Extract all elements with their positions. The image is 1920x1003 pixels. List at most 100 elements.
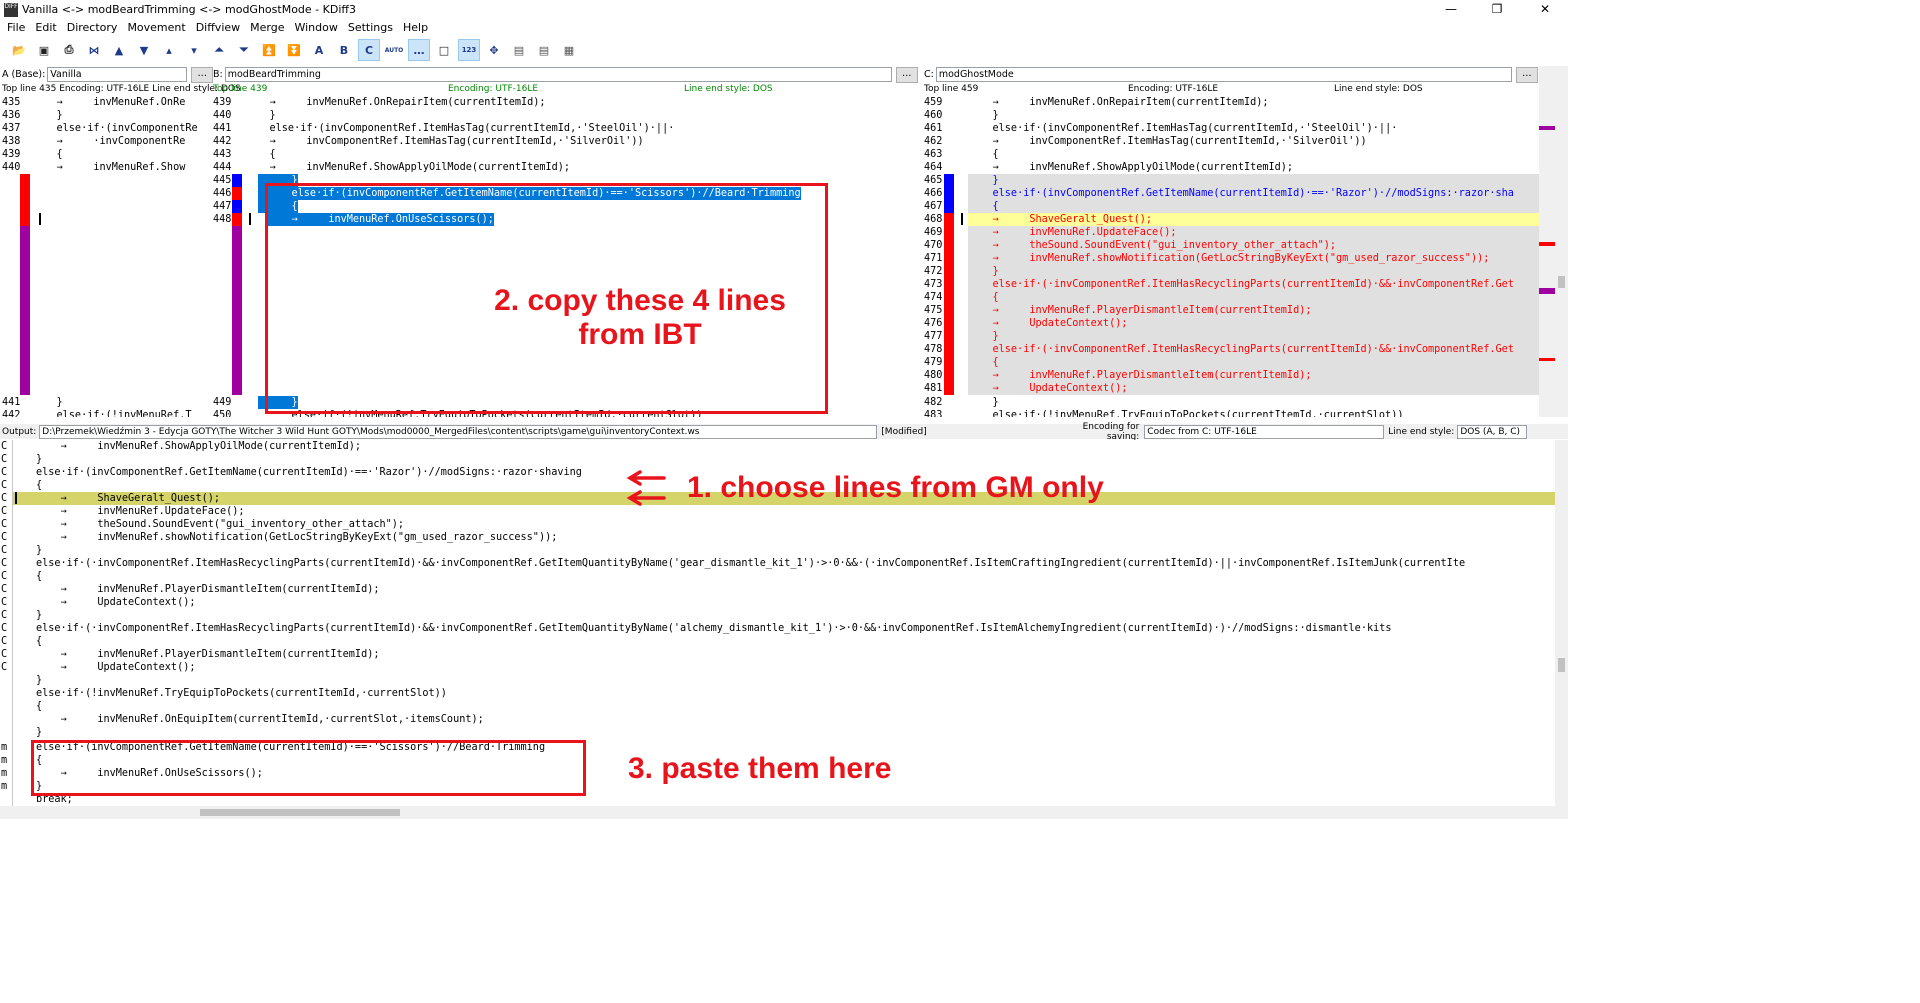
window-title: Vanilla <-> modBeardTrimming <-> modGhos… [22, 3, 356, 16]
output-header: Output: D:\Przemek\Wiedźmin 3 - Edycja G… [0, 421, 1568, 442]
file-b-input[interactable]: modBeardTrimming [224, 67, 892, 82]
pane-b-delta-marker [232, 226, 242, 395]
pane-b-eol: Line end style: DOS [684, 84, 773, 94]
print-icon[interactable]: ⎙ [58, 39, 80, 61]
output-line: } [36, 727, 43, 738]
file-b-browse-button[interactable]: ... [895, 66, 918, 83]
file-b-label: B: [213, 69, 223, 80]
menu-directory[interactable]: Directory [62, 21, 123, 34]
diff-pane-a[interactable]: 435 → invMenuRef.OnRe 436 } 437 else·if·… [0, 96, 209, 417]
output-line: Celse·if·(·invComponentRef.ItemHasRecycl… [1, 623, 1392, 634]
text-cursor [961, 213, 963, 225]
text-cursor [39, 213, 41, 225]
diff-vertical-scrollbar[interactable] [1555, 66, 1568, 417]
file-a-row: A (Base): Vanilla ... [2, 66, 214, 83]
goto-last-icon[interactable]: ⏬ [283, 39, 305, 61]
file-c-label: C: [924, 69, 934, 80]
annotation-box-paste [31, 740, 586, 796]
menu-edit[interactable]: Edit [30, 21, 61, 34]
goto-prev-unsolved-icon[interactable]: ⏶ [208, 39, 230, 61]
pane-b-encoding: Encoding: UTF-16LE [448, 84, 539, 94]
encoding-select[interactable]: Codec from C: UTF-16LE [1144, 424, 1385, 439]
eol-label: Line end style: [1388, 426, 1455, 437]
menu-window[interactable]: Window [289, 21, 342, 34]
annotation-arrow-icon [626, 470, 666, 506]
output-line: C → invMenuRef.ShowApplyOilMode(currentI… [1, 441, 362, 452]
file-c-browse-button[interactable]: ... [1515, 66, 1538, 83]
output-path-field[interactable]: D:\Przemek\Wiedźmin 3 - Edycja GOTY\The … [39, 424, 878, 439]
output-line: C{ [1, 636, 43, 647]
file-c-input[interactable]: modGhostMode [935, 67, 1512, 82]
output-line: C} [1, 545, 43, 556]
title-bar: DIFF Vanilla <-> modBeardTrimming <-> mo… [0, 0, 1568, 19]
restore-icon[interactable]: ❐ [1474, 0, 1520, 19]
split-vertical-icon[interactable]: ▤ [533, 39, 555, 61]
output-line: C → UpdateContext(); [1, 662, 196, 673]
overview-icon[interactable]: ✥ [483, 39, 505, 61]
encoding-label: Encoding for saving: [1082, 421, 1140, 442]
output-line: → invMenuRef.OnEquipItem(currentItemId,·… [36, 714, 484, 725]
menu-file[interactable]: File [2, 21, 30, 34]
kdiff3-app-icon: DIFF [4, 2, 18, 17]
text-cursor [249, 213, 251, 225]
scrollbar-thumb[interactable] [1558, 658, 1565, 672]
output-line: else·if·(!invMenuRef.TryEquipToPockets(c… [36, 688, 447, 699]
open-icon[interactable]: 📂 [8, 39, 30, 61]
file-a-input[interactable]: Vanilla [47, 67, 188, 82]
output-line: Celse·if·(·invComponentRef.ItemHasRecycl… [1, 558, 1466, 569]
menu-settings[interactable]: Settings [343, 21, 398, 34]
output-line: C → theSound.SoundEvent("gui_inventory_o… [1, 519, 405, 530]
menu-merge[interactable]: Merge [245, 21, 289, 34]
menu-help[interactable]: Help [398, 21, 433, 34]
pane-c-top-line: Top line 459 [924, 84, 979, 94]
output-line: C → invMenuRef.PlayerDismantleItem(curre… [1, 584, 380, 595]
pane-c-encoding: Encoding: UTF-16LE [1128, 84, 1219, 94]
goto-next-delta-icon[interactable]: ▾ [183, 39, 205, 61]
output-line: C} [1, 454, 43, 465]
eol-select[interactable]: DOS (A, B, C) [1457, 424, 1528, 439]
split-three-icon[interactable]: ▦ [558, 39, 580, 61]
output-line: C → UpdateContext(); [1, 597, 196, 608]
split-horizontal-icon[interactable]: ▤ [508, 39, 530, 61]
output-line: C → invMenuRef.UpdateFace(); [1, 506, 245, 517]
show-whitespace-icon[interactable]: … [408, 39, 430, 61]
select-a-icon[interactable]: A [308, 39, 330, 61]
show-whitespace-chars-icon[interactable]: □ [433, 39, 455, 61]
minimize-icon[interactable]: — [1428, 0, 1474, 19]
annotation-step3: 3. paste them here [628, 752, 892, 785]
auto-solve-icon[interactable]: AUTO [383, 39, 405, 61]
diff-pane-c[interactable]: 459 → invMenuRef.OnRepairItem(currentIte… [922, 96, 1539, 417]
menu-diffview[interactable]: Diffview [191, 21, 245, 34]
pane-c-eol: Line end style: DOS [1334, 84, 1423, 94]
menu-movement[interactable]: Movement [122, 21, 190, 34]
file-c-row: C: modGhostMode ... [924, 66, 1538, 83]
pane-a-delta-marker [20, 174, 30, 226]
goto-prev-conflict-icon[interactable]: ▲ [108, 39, 130, 61]
pane-b-top-line: Top line 439 [213, 84, 268, 94]
output-line: { [36, 701, 43, 712]
file-a-label: A (Base): [2, 69, 46, 80]
select-b-icon[interactable]: B [333, 39, 355, 61]
goto-first-icon[interactable]: ⏫ [258, 39, 280, 61]
scrollbar-thumb[interactable] [200, 809, 400, 816]
output-line: C} [1, 610, 43, 621]
output-vertical-scrollbar[interactable] [1555, 440, 1568, 806]
select-c-icon[interactable]: C [358, 39, 380, 61]
output-label: Output: [2, 426, 37, 437]
overview-column[interactable] [1539, 66, 1555, 417]
goto-top-icon[interactable]: ⋈ [83, 39, 105, 61]
menu-bar: File Edit Directory Movement Diffview Me… [0, 19, 433, 36]
annotation-step2-line2: from IBT [578, 318, 702, 351]
scrollbar-thumb[interactable] [1558, 276, 1565, 288]
file-b-row: B: modBeardTrimming ... [213, 66, 918, 83]
file-a-browse-button[interactable]: ... [191, 66, 214, 83]
output-line: C → invMenuRef.PlayerDismantleItem(curre… [1, 649, 380, 660]
output-line: C → invMenuRef.showNotification(GetLocSt… [1, 532, 558, 543]
show-line-numbers-icon[interactable]: 123 [458, 39, 480, 61]
goto-prev-delta-icon[interactable]: ▴ [158, 39, 180, 61]
output-horizontal-scrollbar[interactable] [0, 806, 1568, 819]
goto-next-unsolved-icon[interactable]: ⏷ [233, 39, 255, 61]
goto-next-conflict-icon[interactable]: ▼ [133, 39, 155, 61]
close-icon[interactable]: ✕ [1522, 0, 1568, 19]
save-icon[interactable]: ▣ [33, 39, 55, 61]
